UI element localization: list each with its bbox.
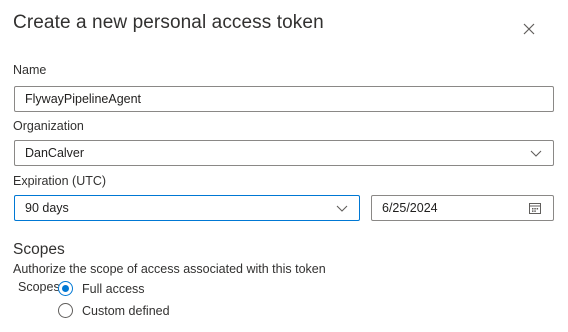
full-access-label[interactable]: Full access xyxy=(82,282,145,296)
scopes-label: Scopes xyxy=(18,280,60,294)
organization-label: Organization xyxy=(13,119,84,133)
close-icon xyxy=(523,23,535,35)
full-access-radio[interactable] xyxy=(58,281,73,296)
expiration-dropdown[interactable]: 90 days xyxy=(14,195,360,221)
custom-defined-radio[interactable] xyxy=(58,303,73,318)
organization-dropdown[interactable]: DanCalver xyxy=(14,140,554,166)
expiration-date-value: 6/25/2024 xyxy=(382,201,438,215)
name-label: Name xyxy=(13,63,47,77)
close-button[interactable] xyxy=(520,20,538,38)
scopes-heading: Scopes xyxy=(13,241,65,258)
chevron-down-icon xyxy=(336,205,348,212)
expiration-label: Expiration (UTC) xyxy=(13,174,107,188)
chevron-down-icon xyxy=(530,150,542,157)
expiration-value: 90 days xyxy=(25,201,69,215)
dialog-title: Create a new personal access token xyxy=(13,12,324,33)
scopes-description: Authorize the scope of access associated… xyxy=(13,262,326,276)
name-input-value: FlywayPipelineAgent xyxy=(25,92,142,106)
calendar-icon[interactable] xyxy=(529,202,541,214)
name-input[interactable]: FlywayPipelineAgent xyxy=(14,86,554,112)
organization-value: DanCalver xyxy=(25,146,85,160)
expiration-date-picker[interactable]: 6/25/2024 xyxy=(371,195,554,221)
custom-defined-label[interactable]: Custom defined xyxy=(82,304,170,318)
